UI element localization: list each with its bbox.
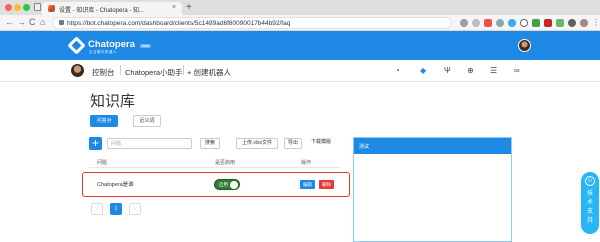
app-header: Chatopera beta 企业聊天机器人 (0, 31, 600, 60)
url-text: https://bot.chatopera.com/dashboard/clie… (67, 20, 291, 27)
column-question: 问题 (97, 160, 108, 166)
forward-button[interactable]: → (17, 17, 26, 28)
delete-button[interactable]: 删除 (319, 180, 334, 189)
extension-green-icon[interactable] (532, 19, 540, 27)
edit-button[interactable]: 编辑 (300, 180, 315, 189)
tech-support-label: 技术支持 (586, 191, 593, 224)
bot-selector[interactable]: Chatopera小助手 (125, 67, 183, 78)
tech-support-button[interactable]: ☺ 技术支持 (581, 172, 599, 234)
add-question-button[interactable]: + (89, 137, 102, 150)
lock-icon (59, 20, 64, 25)
reload-button[interactable]: C (29, 17, 36, 28)
minimize-window-icon[interactable] (14, 4, 21, 11)
profile-avatar-icon[interactable] (580, 19, 588, 27)
brand-subtitle: 企业聊天机器人 (89, 50, 117, 54)
toggle-label: 启用 (219, 182, 228, 187)
brand-tag: beta (140, 44, 151, 48)
close-window-icon[interactable] (5, 4, 12, 11)
tab-overview-icon[interactable] (34, 3, 41, 11)
prev-page-button[interactable]: ‹ (91, 203, 103, 215)
browser-menu-icon[interactable]: ⋮ (592, 17, 600, 28)
test-panel-header: 测试 (354, 138, 511, 154)
chatopera-favicon-icon (48, 5, 55, 12)
table-header: 问题 是否启用 操作 (89, 156, 341, 168)
extension-circle-icon[interactable] (520, 19, 528, 27)
create-bot-link[interactable]: + 创建机器人 (187, 67, 231, 78)
chatopera-logo-icon[interactable] (67, 36, 86, 55)
console-link[interactable]: 控制台 (92, 67, 115, 78)
search-button[interactable]: 搜索 (200, 138, 220, 149)
bot-avatar[interactable] (71, 64, 84, 77)
brand-name[interactable]: Chatopera (88, 39, 135, 50)
next-page-button[interactable]: › (129, 203, 141, 215)
back-button[interactable]: ← (5, 17, 14, 28)
export-button[interactable]: 导出 (284, 138, 302, 149)
close-tab-icon[interactable]: × (172, 4, 176, 11)
key-icon[interactable] (460, 19, 468, 27)
extension-red-icon[interactable] (484, 19, 492, 27)
maximize-window-icon[interactable] (23, 4, 30, 11)
integration-link-icon[interactable]: ∞ (514, 66, 520, 76)
home-button[interactable]: ⌂ (40, 17, 45, 28)
tab-synonyms[interactable]: 近义词 (133, 115, 161, 127)
search-input[interactable] (107, 138, 192, 149)
extension-evernote-icon[interactable] (556, 19, 564, 27)
overview-dial-icon[interactable]: ◔ (395, 66, 400, 76)
intent-branch-icon[interactable]: Ψ (444, 66, 451, 76)
browser-tab[interactable]: 设置 - 知识库 - Chatopera - 知... × (42, 2, 182, 15)
new-tab-button[interactable]: + (186, 2, 192, 13)
browser-toolbar: ← → C ⌂ https://bot.chatopera.com/dashbo… (0, 15, 600, 31)
extension-dark-icon[interactable] (568, 19, 576, 27)
upload-xlsx-button[interactable]: 上传.xlsx文件 (236, 138, 278, 149)
test-panel-title: 测试 (359, 144, 370, 150)
conversation-flow-icon[interactable]: ⊕ (467, 66, 474, 76)
question-cell: Chatopera是谁 (97, 182, 134, 188)
account-avatar[interactable] (518, 39, 531, 52)
sub-navigation: 控制台 Chatopera小助手 + 创建机器人 ◔ ◆ Ψ ⊕ ☰ ∞ (0, 60, 600, 82)
extension-blue-icon[interactable] (508, 19, 516, 27)
settings-list-icon[interactable]: ☰ (490, 66, 497, 76)
knowledge-base-icon[interactable]: ◆ (420, 66, 426, 76)
test-panel: 测试 (353, 137, 512, 242)
tab-faq[interactable]: 问答对 (90, 115, 118, 127)
bookmark-star-icon[interactable] (472, 19, 480, 27)
toggle-knob (230, 181, 238, 189)
smiley-icon: ☺ (585, 176, 595, 186)
divider (120, 65, 121, 75)
extension-adblock-icon[interactable] (544, 19, 552, 27)
page-1-button[interactable]: 1 (110, 203, 122, 215)
browser-tab-bar: 设置 - 知识库 - Chatopera - 知... × + (0, 0, 600, 15)
download-template-button[interactable]: 下载模版 (306, 138, 336, 149)
page-title: 知识库 (90, 93, 136, 110)
extension-grey-icon[interactable] (496, 19, 504, 27)
divider (183, 65, 184, 75)
enabled-toggle[interactable]: 启用 (214, 179, 240, 190)
column-enabled: 是否启用 (215, 160, 236, 166)
browser-tab-title: 设置 - 知识库 - Chatopera - 知... (59, 8, 145, 14)
column-actions: 操作 (301, 160, 312, 166)
address-bar[interactable]: https://bot.chatopera.com/dashboard/clie… (52, 17, 452, 29)
